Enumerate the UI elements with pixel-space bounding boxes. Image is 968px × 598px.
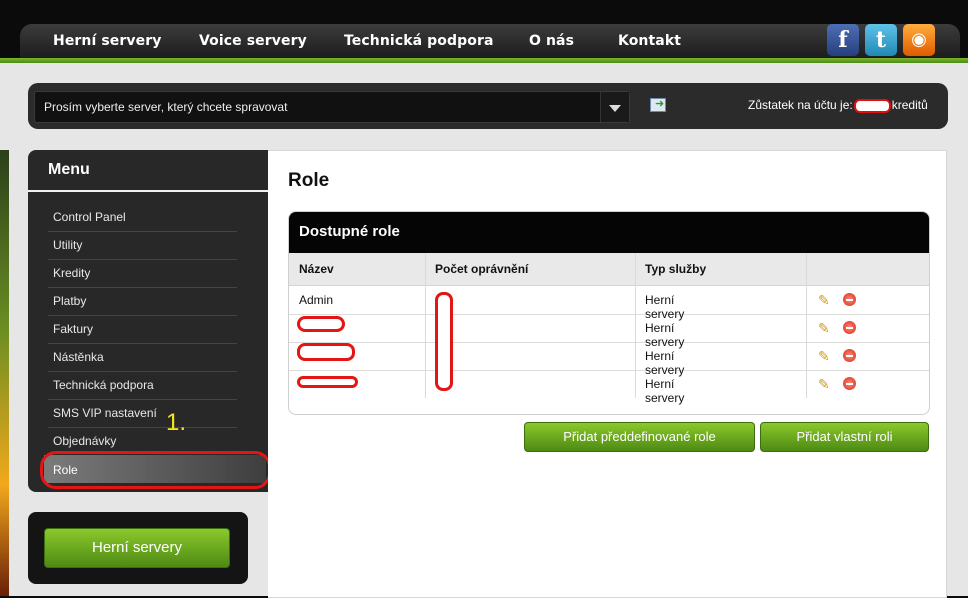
table-header-bar: Dostupné role	[289, 212, 929, 253]
table-row: Herní servery ✎	[289, 314, 929, 349]
delete-icon[interactable]	[843, 377, 856, 390]
sidebar-item-control-panel[interactable]: Control Panel	[53, 210, 126, 224]
page-title: Role	[288, 170, 330, 191]
menu-separator	[48, 231, 237, 232]
delete-icon[interactable]	[843, 321, 856, 334]
menu-separator	[48, 287, 237, 288]
edit-pencil-icon[interactable]: ✎	[818, 349, 834, 363]
background-artwork	[0, 150, 9, 596]
edit-pencil-icon[interactable]: ✎	[818, 321, 834, 335]
delete-icon[interactable]	[843, 293, 856, 306]
balance-unit: kreditů	[891, 98, 928, 112]
twitter-icon[interactable]: t	[865, 24, 897, 56]
redacted-role-name	[297, 343, 355, 361]
add-custom-role-button[interactable]: Přidat vlastní roli	[760, 422, 929, 452]
sidebar-item-sms-vip[interactable]: SMS VIP nastavení	[53, 406, 157, 420]
column-divider	[635, 253, 636, 398]
nav-herni-servery[interactable]: Herní servery	[53, 33, 161, 49]
nav-technicka-podpora[interactable]: Technická podpora	[344, 33, 494, 49]
rss-icon[interactable]: ◉	[903, 24, 935, 56]
sidebar-item-utility[interactable]: Utility	[53, 238, 82, 252]
sidebar-item-technicka-podpora[interactable]: Technická podpora	[53, 378, 154, 392]
menu-separator	[48, 259, 237, 260]
account-balance: Zůstatek na účtu je: kreditů	[748, 98, 928, 113]
redacted-balance	[853, 98, 891, 113]
go-to-server-icon[interactable]	[650, 97, 666, 112]
table-row: Herní servery ✎	[289, 342, 929, 377]
menu-separator	[48, 427, 237, 428]
redacted-permission-count	[435, 292, 453, 391]
sidebar-item-faktury[interactable]: Faktury	[53, 322, 93, 336]
sidebar-item-objednavky[interactable]: Objednávky	[53, 434, 116, 448]
sidebar-item-platby[interactable]: Platby	[53, 294, 86, 308]
menu-separator	[48, 343, 237, 344]
redacted-role-name	[297, 376, 358, 388]
highlight-annotation	[40, 451, 271, 489]
redacted-role-name	[297, 316, 345, 332]
server-select[interactable]: Prosím vyberte server, který chcete spra…	[34, 91, 630, 123]
balance-label: Zůstatek na účtu je:	[748, 98, 853, 112]
sidebar-item-nastenka[interactable]: Nástěnka	[53, 350, 104, 364]
nav-kontakt[interactable]: Kontakt	[618, 33, 681, 49]
edit-pencil-icon[interactable]: ✎	[818, 293, 834, 307]
nav-voice-servery[interactable]: Voice servery	[199, 33, 307, 49]
facebook-icon[interactable]: f	[827, 24, 859, 56]
step-annotation: 1.	[166, 409, 187, 436]
server-select-value: Prosím vyberte server, který chcete spra…	[44, 100, 288, 114]
column-header-actions	[806, 253, 929, 286]
delete-icon[interactable]	[843, 349, 856, 362]
sidebar-item-kredity[interactable]: Kredity	[53, 266, 90, 280]
menu-title: Menu	[48, 161, 90, 178]
add-predefined-roles-button[interactable]: Přidat předdefinované role	[524, 422, 755, 452]
table-row: Admin Herní servery ✎	[289, 286, 929, 321]
table-row: Herní servery ✎	[289, 370, 929, 405]
column-header-name[interactable]: Název	[289, 253, 425, 286]
roles-table: Dostupné role Název Počet oprávnění Typ …	[288, 211, 930, 415]
column-header-permissions[interactable]: Počet oprávnění	[425, 253, 635, 286]
edit-pencil-icon[interactable]: ✎	[818, 377, 834, 391]
menu-separator	[48, 371, 237, 372]
chevron-down-icon[interactable]	[600, 92, 629, 122]
menu-separator	[48, 315, 237, 316]
column-divider	[806, 253, 807, 398]
menu-separator	[48, 399, 237, 400]
nav-o-nas[interactable]: O nás	[529, 33, 574, 49]
table-title: Dostupné role	[299, 223, 400, 240]
column-header-service[interactable]: Typ služby	[635, 253, 806, 286]
main-nav: Herní servery Voice servery Technická po…	[20, 24, 960, 59]
menu-divider	[28, 190, 268, 192]
game-servers-button[interactable]: Herní servery	[44, 528, 230, 568]
column-divider	[425, 253, 426, 398]
